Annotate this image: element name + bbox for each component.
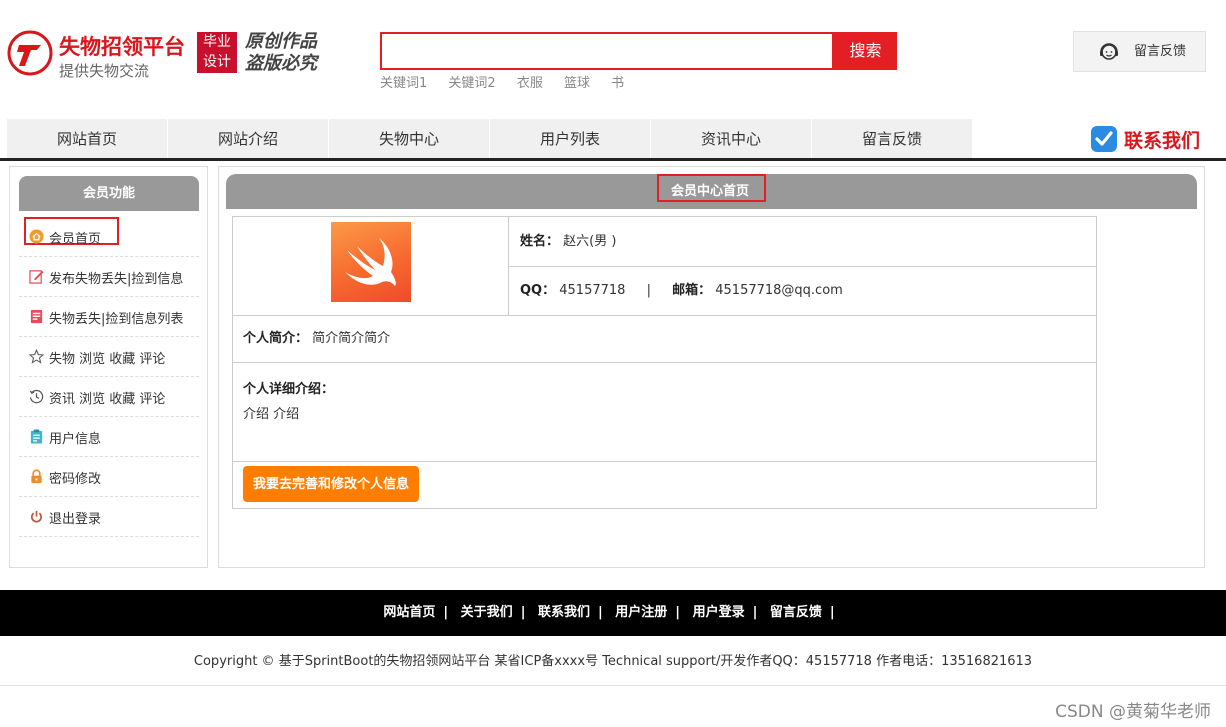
footer-link-home[interactable]: 网站首页: [383, 605, 435, 620]
history-icon: [29, 389, 44, 404]
nav-item-feedback[interactable]: 留言反馈: [812, 119, 972, 158]
graduation-badge: 毕业 设计: [197, 32, 237, 73]
clipboard-icon: [30, 429, 43, 444]
footer-link-login[interactable]: 用户登录: [693, 605, 745, 620]
phone-check-icon: [1091, 126, 1117, 152]
slogan: 原创作品 盗版必究: [245, 31, 317, 75]
sidebar-item-label: 会员首页: [49, 232, 102, 247]
sidebar-item-label: 退出登录: [49, 512, 102, 527]
sidebar-item-user-info[interactable]: 用户信息: [19, 417, 199, 457]
qq-label: QQ：: [520, 283, 556, 298]
nav-item-about[interactable]: 网站介绍: [168, 119, 328, 158]
logo-icon: [7, 30, 53, 76]
sidebar-item-lost-list[interactable]: 失物丢失|捡到信息列表: [19, 297, 199, 337]
nav-divider: [0, 158, 1226, 161]
sidebar-item-lost-activity[interactable]: 失物 浏览 收藏 评论: [19, 337, 199, 377]
hot-keywords: 关键词1 关键词2 衣服 篮球 书: [380, 72, 641, 91]
sidebar-item-change-password[interactable]: 密码修改: [19, 457, 199, 497]
sidebar-item-logout[interactable]: 退出登录: [19, 497, 199, 537]
email-label: 邮箱：: [672, 283, 712, 298]
nav-item-lost-items[interactable]: 失物中心: [329, 119, 489, 158]
power-icon: [31, 510, 42, 523]
member-sidebar: 会员功能 会员首页 发布失物丢失|捡到信息 失物丢失|捡到信息列表 失物 浏览 …: [9, 166, 208, 568]
intro-label: 个人简介：: [243, 331, 309, 346]
email-value: 45157718@qq.com: [715, 283, 843, 298]
contact-us-label: 联系我们: [1124, 130, 1201, 152]
search-input[interactable]: [382, 34, 832, 68]
sidebar-item-label: 资讯 浏览 收藏 评论: [49, 392, 166, 407]
profile-intro-row: 个人简介： 简介简介简介: [233, 316, 1096, 363]
nav-item-home[interactable]: 网站首页: [7, 119, 167, 158]
sidebar-item-member-home[interactable]: 会员首页: [19, 217, 199, 257]
sidebar-item-publish[interactable]: 发布失物丢失|捡到信息: [19, 257, 199, 297]
site-subtitle: 提供失物交流: [59, 62, 150, 80]
name-label: 姓名：: [520, 234, 560, 249]
site-title: 失物招领平台: [59, 35, 185, 59]
name-value: 赵六(男 ): [563, 234, 617, 249]
keyword-link[interactable]: 关键词1: [380, 76, 427, 91]
search-box: [380, 32, 834, 70]
footer-link-feedback[interactable]: 留言反馈: [770, 605, 822, 620]
panel-header: 会员中心首页: [226, 174, 1197, 209]
footer-nav: 网站首页 | 关于我们 | 联系我们 | 用户注册 | 用户登录 | 留言反馈 |: [0, 590, 1226, 636]
search-button[interactable]: 搜索: [834, 32, 897, 70]
profile-table: 姓名： 赵六(男 ) QQ： 45157718 | 邮箱： 45157718@q…: [232, 216, 1097, 509]
main-nav: 网站首页 网站介绍 失物中心 用户列表 资讯中心 留言反馈: [7, 119, 973, 158]
swift-logo-icon: [345, 238, 396, 286]
badge-line-1: 毕业: [203, 34, 231, 50]
detail-label: 个人详细介绍：: [243, 382, 335, 397]
keyword-link[interactable]: 关键词2: [448, 76, 495, 91]
sidebar-item-label: 密码修改: [49, 472, 102, 487]
list-icon: [30, 309, 43, 324]
profile-contact-row: QQ： 45157718 | 邮箱： 45157718@qq.com: [509, 267, 1096, 316]
watermark: CSDN @黄菊华老师: [1055, 702, 1211, 722]
keyword-link[interactable]: 书: [611, 76, 624, 91]
footer-link-register[interactable]: 用户注册: [615, 605, 667, 620]
footer-divider: [0, 685, 1226, 686]
page-title: 会员中心首页: [671, 184, 750, 199]
edit-icon: [29, 270, 44, 284]
detail-value: 介绍 介绍: [243, 407, 300, 422]
footer-link-contact[interactable]: 联系我们: [538, 605, 590, 620]
keyword-link[interactable]: 衣服: [517, 76, 543, 91]
qq-value: 45157718: [559, 283, 626, 298]
sidebar-item-news-activity[interactable]: 资讯 浏览 收藏 评论: [19, 377, 199, 417]
home-circle-icon: [29, 229, 44, 244]
feedback-button[interactable]: 留言反馈: [1073, 31, 1206, 72]
lock-icon: [31, 469, 42, 484]
member-main-panel: 会员中心首页 姓名： 赵六(男 ) QQ： 45157718 | 邮箱： 451…: [218, 166, 1205, 568]
profile-detail-row: 个人详细介绍： 介绍 介绍: [233, 363, 1096, 462]
sidebar-menu: 会员首页 发布失物丢失|捡到信息 失物丢失|捡到信息列表 失物 浏览 收藏 评论: [19, 217, 199, 537]
edit-profile-button[interactable]: 我要去完善和修改个人信息: [243, 466, 420, 502]
sidebar-item-label: 发布失物丢失|捡到信息: [49, 272, 184, 287]
feedback-label: 留言反馈: [1134, 44, 1187, 59]
sidebar-item-label: 用户信息: [49, 432, 102, 447]
copyright-text: Copyright © 基于SprintBoot的失物招领网站平台 某省ICP备…: [193, 654, 1033, 669]
customer-service-icon: [1100, 43, 1118, 60]
profile-name-row: 姓名： 赵六(男 ): [509, 217, 1096, 267]
nav-item-users[interactable]: 用户列表: [490, 119, 650, 158]
contact-divider: |: [646, 283, 651, 298]
nav-item-news[interactable]: 资讯中心: [651, 119, 811, 158]
avatar: [331, 222, 411, 302]
sidebar-item-label: 失物 浏览 收藏 评论: [49, 352, 166, 367]
badge-line-2: 设计: [203, 54, 231, 70]
intro-value: 简介简介简介: [312, 331, 391, 346]
avatar-cell: [233, 217, 509, 316]
sidebar-item-label: 失物丢失|捡到信息列表: [49, 312, 184, 327]
keyword-link[interactable]: 篮球: [564, 76, 590, 91]
slogan-line-2: 盗版必究: [245, 53, 317, 74]
star-icon: [29, 349, 44, 364]
footer-link-about[interactable]: 关于我们: [461, 605, 513, 620]
slogan-line-1: 原创作品: [245, 31, 317, 52]
profile-action-row: 我要去完善和修改个人信息: [233, 462, 1096, 508]
sidebar-title: 会员功能: [19, 176, 199, 211]
